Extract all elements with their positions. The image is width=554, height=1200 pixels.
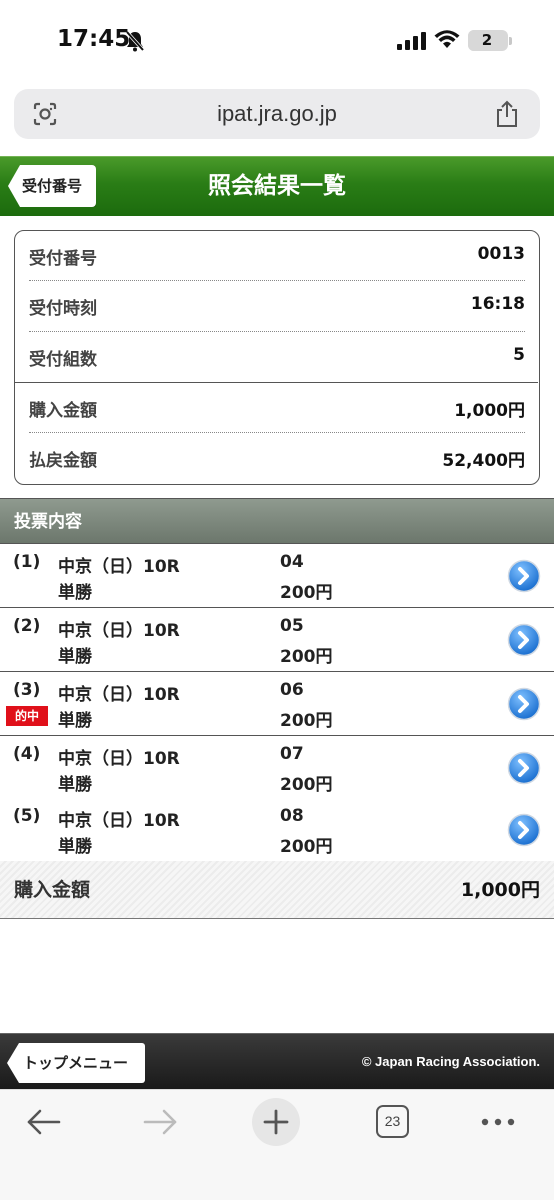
bet-type: 単勝 [58, 775, 92, 795]
tabs-icon[interactable]: 23 [376, 1105, 409, 1138]
url-text[interactable]: ipat.jra.go.jp [14, 89, 540, 139]
battery-icon: 2 [468, 30, 508, 51]
bet-amount: 200円 [280, 837, 333, 857]
wifi-icon [434, 30, 460, 48]
bet-horse-number: 06 [280, 680, 304, 700]
top-menu-button[interactable]: トップメニュー [7, 1043, 145, 1083]
bet-amount: 200円 [280, 583, 333, 603]
bet-number: (2) [13, 616, 41, 636]
share-icon[interactable] [494, 100, 520, 128]
bet-amount: 200円 [280, 711, 333, 731]
bet-row[interactable]: (5) 中京（日）10R 単勝 08 200円 [0, 798, 554, 862]
top-menu-label: トップメニュー [23, 1054, 129, 1072]
detail-chevron-icon[interactable] [507, 559, 541, 593]
forward-arrow-icon[interactable] [142, 1108, 178, 1136]
summary-value: 0013 [477, 244, 525, 264]
bet-row[interactable]: (2) 中京（日）10R 単勝 05 200円 [0, 608, 554, 672]
summary-card: 受付番号 0013 受付時刻 16:18 受付組数 5 購入金額 1,000円 … [14, 230, 540, 485]
summary-label: 受付時刻 [29, 299, 97, 319]
signal-icon [397, 32, 426, 50]
hit-badge: 的中 [6, 706, 48, 726]
bet-row[interactable]: (4) 中京（日）10R 単勝 07 200円 [0, 736, 554, 800]
bet-type: 単勝 [58, 837, 92, 857]
summary-value: 1,000円 [454, 401, 525, 421]
bet-number: (5) [13, 806, 41, 826]
status-time: 17:45 [57, 26, 131, 52]
summary-value: 5 [513, 345, 525, 365]
back-arrow-icon[interactable] [26, 1108, 62, 1136]
more-icon[interactable] [480, 1117, 516, 1127]
battery-nub [509, 37, 512, 45]
bet-horse-number: 05 [280, 616, 304, 636]
summary-row-set-count: 受付組数 5 [29, 332, 525, 382]
summary-label: 受付番号 [29, 249, 97, 269]
summary-value: 52,400円 [442, 451, 525, 471]
bet-number: (1) [13, 552, 41, 572]
browser-toolbar: 23 [0, 1089, 554, 1200]
bet-race: 中京（日）10R [58, 685, 180, 705]
bets-section-title: 投票内容 [14, 512, 82, 532]
summary-label: 受付組数 [29, 350, 97, 370]
back-to-receipt-button[interactable]: 受付番号 [8, 165, 96, 207]
bet-horse-number: 08 [280, 806, 304, 826]
summary-row-payout-amount: 払戻金額 52,400円 [29, 433, 525, 483]
new-tab-button[interactable] [252, 1098, 300, 1146]
bet-row[interactable]: (3) 的中 中京（日）10R 単勝 06 200円 [0, 672, 554, 736]
detail-chevron-icon[interactable] [507, 813, 541, 847]
summary-row-receipt-number: 受付番号 0013 [29, 231, 525, 281]
summary-label: 購入金額 [29, 401, 97, 421]
bet-row[interactable]: (1) 中京（日）10R 単勝 04 200円 [0, 544, 554, 608]
total-label: 購入金額 [14, 879, 91, 901]
copyright-text: © Japan Racing Association. [361, 1054, 540, 1069]
detail-chevron-icon[interactable] [507, 623, 541, 657]
bet-horse-number: 07 [280, 744, 304, 764]
bet-horse-number: 04 [280, 552, 304, 572]
bet-race: 中京（日）10R [58, 749, 180, 769]
footer: トップメニュー © Japan Racing Association. [0, 1033, 554, 1089]
plus-icon [263, 1109, 289, 1135]
bets-section-header: 投票内容 [0, 498, 554, 544]
bet-number: (3) [13, 680, 41, 700]
bet-race: 中京（日）10R [58, 557, 180, 577]
back-button-label: 受付番号 [22, 177, 83, 195]
status-bar: 17:45 2 [0, 0, 554, 80]
summary-label: 払戻金額 [29, 451, 97, 471]
bet-number: (4) [13, 744, 41, 764]
bet-amount: 200円 [280, 775, 333, 795]
battery-level: 2 [481, 31, 493, 49]
bet-type: 単勝 [58, 647, 92, 667]
summary-value: 16:18 [470, 294, 525, 314]
url-bar[interactable]: ipat.jra.go.jp [14, 89, 540, 139]
page-header: 照会結果一覧 受付番号 [0, 156, 554, 216]
total-value: 1,000円 [460, 879, 540, 901]
bet-amount: 200円 [280, 647, 333, 667]
bet-type: 単勝 [58, 583, 92, 603]
detail-chevron-icon[interactable] [507, 687, 541, 721]
summary-row-receipt-time: 受付時刻 16:18 [29, 281, 525, 331]
detail-chevron-icon[interactable] [507, 751, 541, 785]
bet-race: 中京（日）10R [58, 621, 180, 641]
bell-slash-icon [125, 30, 145, 52]
bet-race: 中京（日）10R [58, 811, 180, 831]
summary-row-purchase-amount: 購入金額 1,000円 [29, 383, 525, 433]
total-bar: 購入金額 1,000円 [0, 861, 554, 919]
bet-type: 単勝 [58, 711, 92, 731]
